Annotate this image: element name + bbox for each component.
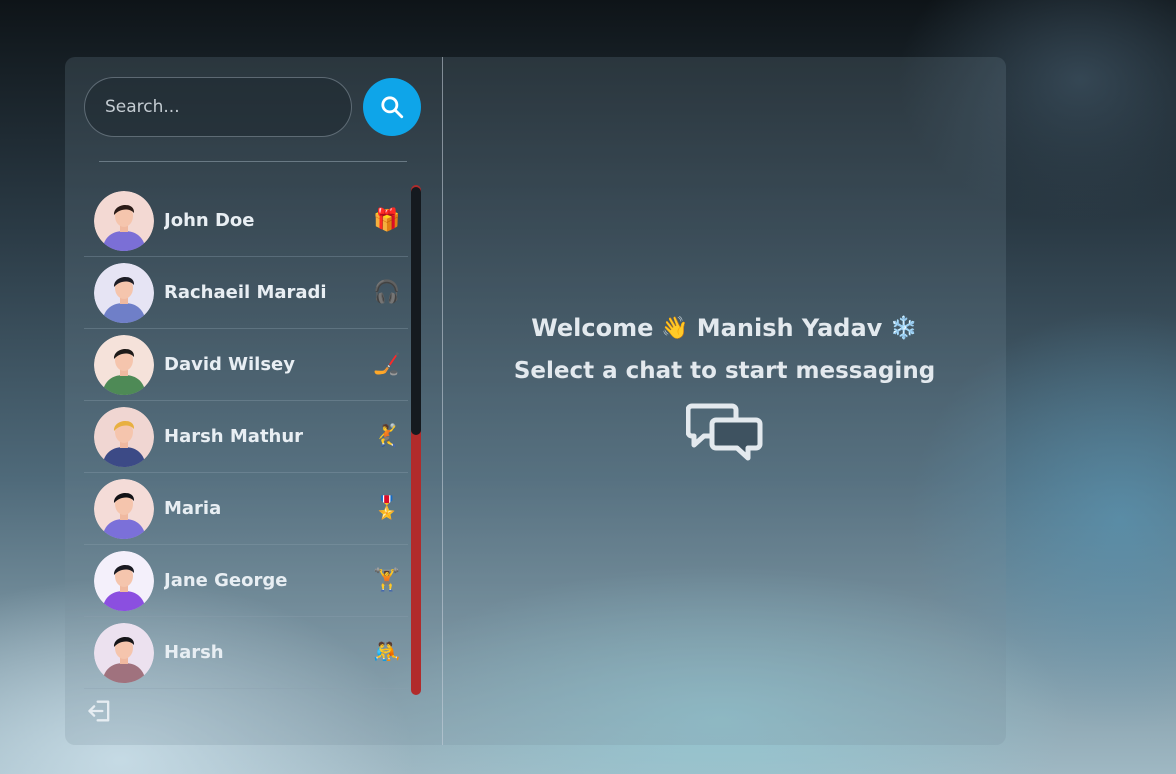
chat-app-container: John Doe 🎁 Rachaeil Maradi 🎧 David Wilsey 🏒 Ha… <box>65 57 1006 745</box>
logout-icon <box>88 700 110 722</box>
conversation-list[interactable]: John Doe 🎁 Rachaeil Maradi 🎧 David Wilsey 🏒 Ha… <box>84 185 408 695</box>
avatar <box>94 622 154 683</box>
search-button[interactable] <box>363 78 421 136</box>
select-chat-prompt: Select a chat to start messaging <box>513 358 936 384</box>
conversation-name: Harsh Mathur <box>164 426 304 447</box>
conversation-emoji: 🏒 <box>373 352 401 377</box>
conversation-name: Harsh <box>164 642 224 663</box>
snowflake-emoji: ❄️ <box>890 315 918 341</box>
conversation-item[interactable]: Jane George 🏋️ <box>84 545 408 617</box>
search-form <box>84 77 421 137</box>
chat-bubbles-icon <box>685 403 762 461</box>
conversation-name: Jane George <box>164 570 288 591</box>
logout-button[interactable] <box>85 696 115 726</box>
conversation-emoji: 🤾 <box>373 424 401 449</box>
conversation-item[interactable]: Rachaeil Maradi 🎧 <box>84 257 408 329</box>
scrollbar[interactable] <box>411 185 421 695</box>
sidebar: John Doe 🎁 Rachaeil Maradi 🎧 David Wilsey 🏒 Ha… <box>65 57 443 745</box>
conversation-emoji: 🤼 <box>373 640 401 665</box>
wave-emoji: 👋 <box>661 315 689 341</box>
search-icon <box>381 96 404 119</box>
conversation-item[interactable]: Harsh Mathur 🤾 <box>84 401 408 473</box>
user-name: Manish Yadav <box>696 314 883 342</box>
scrollbar-thumb[interactable] <box>411 187 421 435</box>
conversation-item[interactable]: John Doe 🎁 <box>84 185 408 257</box>
conversation-name: David Wilsey <box>164 354 295 375</box>
search-input[interactable] <box>84 77 352 137</box>
conversation-item[interactable]: David Wilsey 🏒 <box>84 329 408 401</box>
avatar <box>94 262 154 323</box>
conversation-item[interactable]: Harsh 🤼 <box>84 617 408 689</box>
avatar <box>94 190 154 251</box>
welcome-message: Welcome 👋 Manish Yadav ❄️ <box>531 314 917 342</box>
welcome-prefix: Welcome <box>531 314 654 342</box>
conversation-name: Maria <box>164 498 222 519</box>
conversation-emoji: 🎁 <box>373 208 401 233</box>
avatar <box>94 334 154 395</box>
conversation-name: John Doe <box>164 210 255 231</box>
conversation-emoji: 🎧 <box>373 280 401 305</box>
no-chat-selected-panel: Welcome 👋 Manish Yadav ❄️ Select a chat … <box>443 57 1006 745</box>
conversation-name: Rachaeil Maradi <box>164 282 327 303</box>
divider <box>99 161 407 162</box>
avatar <box>94 550 154 611</box>
conversation-emoji: 🎖️ <box>373 496 401 521</box>
avatar <box>94 478 154 539</box>
conversation-item[interactable]: Maria 🎖️ <box>84 473 408 545</box>
avatar <box>94 406 154 467</box>
conversation-emoji: 🏋️ <box>373 568 401 593</box>
